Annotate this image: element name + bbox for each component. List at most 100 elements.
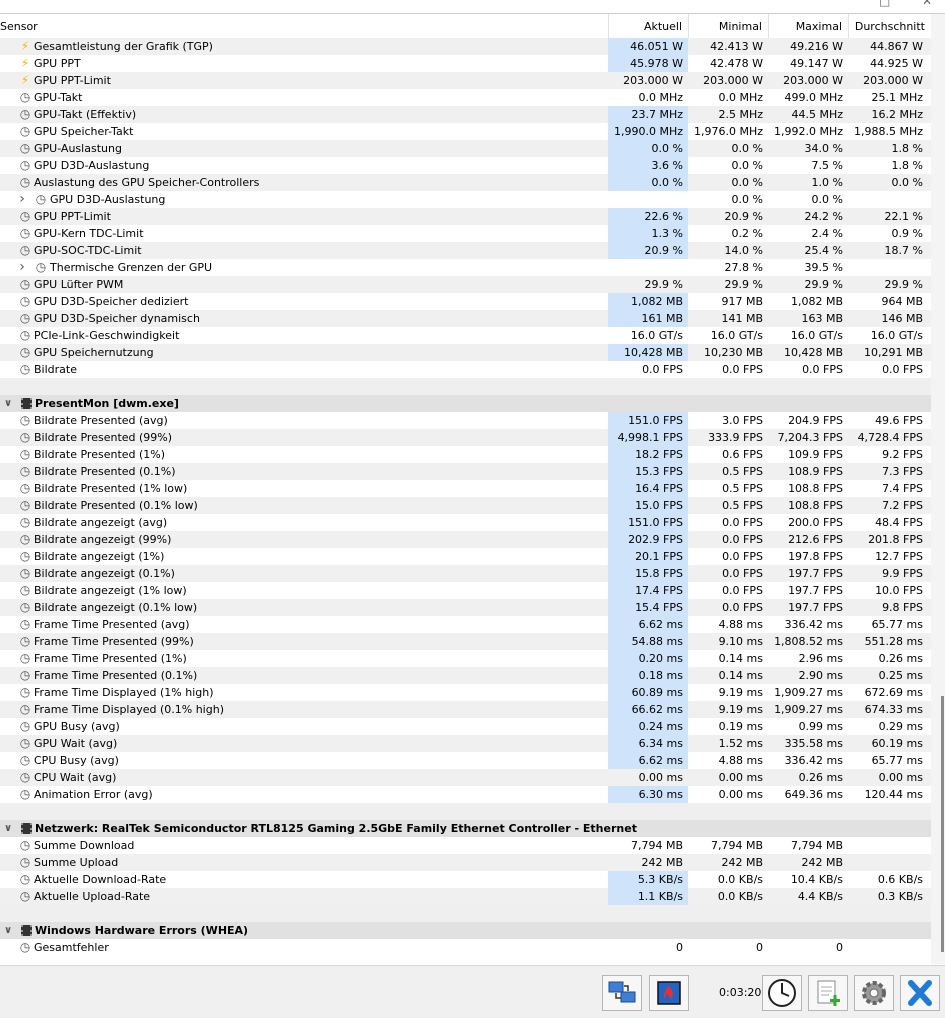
sensor-cell: ◷ GPU-Takt: [0, 89, 608, 106]
value-min: 3.0 FPS: [722, 414, 763, 427]
sensor-row[interactable]: ◷ Bildrate Presented (0.1% low) 15.0 FPS 0.…: [0, 497, 931, 514]
sensor-row[interactable]: ◷ Bildrate Presented (1%) 18.2 FPS 0.6 FPS 1…: [0, 446, 931, 463]
sensor-row[interactable]: ◷ Frame Time Presented (avg) 6.62 ms 4.88 m…: [0, 616, 931, 633]
sensor-row[interactable]: ◷ GPU D3D-Speicher dediziert 1,082 MB 917 M…: [0, 293, 931, 310]
sensor-row[interactable]: ◷ Frame Time Displayed (1% high) 60.89 ms 9…: [0, 684, 931, 701]
sensor-row[interactable]: ◷ GPU D3D-Auslastung 3.6 % 0.0 % 7.5 % 1.8 %: [0, 157, 931, 174]
chevron-right-icon[interactable]: ›: [15, 191, 29, 208]
sensor-row[interactable]: ◷ GPU PPT-Limit 22.6 % 20.9 % 24.2 % 22.1 %: [0, 208, 931, 225]
sensor-row[interactable]: ◷ Bildrate angezeigt (1% low) 17.4 FPS 0.0 …: [0, 582, 931, 599]
sensor-row[interactable]: ◷ Summe Download 7,794 MB 7,794 MB 7,794 MB: [0, 837, 931, 854]
value-min: 917 MB: [721, 295, 763, 308]
sensor-row[interactable]: ◷ Frame Time Displayed (0.1% high) 66.62 m…: [0, 701, 931, 718]
sensor-row[interactable]: ⚡ GPU PPT-Limit 203.000 W 203.000 W 203.000 …: [0, 72, 931, 89]
value-min: 0.5 FPS: [722, 499, 763, 512]
sensor-row[interactable]: ◷ Bildrate angezeigt (0.1% low) 15.4 FPS 0.…: [0, 599, 931, 616]
column-header-sensor[interactable]: Sensor: [0, 14, 608, 39]
sensor-row[interactable]: ◷ Frame Time Presented (1%) 0.20 ms 0.14 ms…: [0, 650, 931, 667]
value-avg: 203.000 W: [863, 74, 923, 87]
clock-sensor-icon: ◷: [19, 617, 31, 631]
sensor-row[interactable]: ◷ GPU-Takt 0.0 MHz 0.0 MHz 499.0 MHz 25.1 MHz: [0, 89, 931, 106]
timer-clock-button[interactable]: [762, 975, 802, 1011]
value-min: 0.0 %: [731, 176, 763, 189]
sensor-row[interactable]: ◷ GPU-Takt (Effektiv) 23.7 MHz 2.5 MHz 44.5 …: [0, 106, 931, 123]
sensor-row[interactable]: ◷ GPU-Kern TDC-Limit 1.3 % 0.2 % 2.4 % 0.9 %: [0, 225, 931, 242]
value-current: 46.051 W: [608, 38, 688, 55]
settings-button[interactable]: [854, 975, 894, 1011]
sensor-row[interactable]: ⚡ Gesamtleistung der Grafik (TGP) 46.051 W…: [0, 38, 931, 55]
group-header[interactable]: ∨ Netzwerk: RealTek Semiconductor RTL8125…: [0, 820, 931, 837]
sensor-row[interactable]: ◷ CPU Wait (avg) 0.00 ms 0.00 ms 0.26 ms 0.00…: [0, 769, 931, 786]
column-header-avg[interactable]: Durchschnitt: [848, 14, 931, 39]
window-close-icon[interactable]: ✕: [922, 0, 932, 8]
value-min: 42.413 W: [710, 40, 763, 53]
value-current: 1.3 %: [608, 225, 688, 242]
sensor-row[interactable]: ◷ Aktuelle Download-Rate 5.3 KB/s 0.0 KB/s 1…: [0, 871, 931, 888]
sensor-row[interactable]: ◷ Bildrate angezeigt (0.1%) 15.8 FPS 0.0 FP…: [0, 565, 931, 582]
sensor-row[interactable]: ⚡ GPU PPT 45.978 W 42.478 W 49.147 W 44.925 W: [0, 55, 931, 72]
column-header-current[interactable]: Aktuell: [608, 14, 688, 39]
sensor-row[interactable]: ◷ Bildrate Presented (99%) 4,998.1 FPS 333.…: [0, 429, 931, 446]
sensor-row[interactable]: ◷ Bildrate angezeigt (avg) 151.0 FPS 0.0 FP…: [0, 514, 931, 531]
sensor-row[interactable]: ◷ Auslastung des GPU Speicher-Controllers…: [0, 174, 931, 191]
value-max: 39.5 %: [804, 261, 843, 274]
chevron-down-icon[interactable]: ∨: [1, 395, 15, 412]
add-report-button[interactable]: [808, 975, 848, 1011]
sensor-cell: ◷ GPU-Kern TDC-Limit: [0, 225, 608, 242]
value-avg: 65.77 ms: [871, 618, 923, 631]
sensor-row[interactable]: ◷ Bildrate Presented (0.1%) 15.3 FPS 0.5 FP…: [0, 463, 931, 480]
sensor-label: GPU PPT-Limit: [34, 210, 111, 223]
chevron-right-icon[interactable]: ›: [15, 259, 29, 276]
sensor-row[interactable]: ◷ GPU Busy (avg) 0.24 ms 0.19 ms 0.99 ms 0.29…: [0, 718, 931, 735]
sensor-row[interactable]: ◷ Bildrate 0.0 FPS 0.0 FPS 0.0 FPS 0.0 FPS: [0, 361, 931, 378]
sensor-row[interactable]: ◷ Frame Time Presented (0.1%) 0.18 ms 0.14 …: [0, 667, 931, 684]
close-icon: [908, 980, 932, 1006]
sensor-label: GPU-Takt: [34, 91, 83, 104]
value-max: 197.7 FPS: [788, 584, 843, 597]
sensor-row[interactable]: ◷ Animation Error (avg) 6.30 ms 0.00 ms 649.…: [0, 786, 931, 803]
sensor-row[interactable]: ◷ Bildrate angezeigt (1%) 20.1 FPS 0.0 FPS 1…: [0, 548, 931, 565]
sensor-row[interactable]: ◷ GPU-SOC-TDC-Limit 20.9 % 14.0 % 25.4 % 18.7…: [0, 242, 931, 259]
value-max: 1,808.52 ms: [774, 635, 843, 648]
sensor-row[interactable]: ◷ GPU D3D-Speicher dynamisch 161 MB 141 MB 1…: [0, 310, 931, 327]
sensor-row[interactable]: ◷ Bildrate Presented (1% low) 16.4 FPS 0.5 …: [0, 480, 931, 497]
column-header-max[interactable]: Maximal: [768, 14, 848, 39]
sensor-label: Bildrate angezeigt (0.1% low): [34, 601, 198, 614]
column-header-min[interactable]: Minimal: [688, 14, 768, 39]
sensor-row[interactable]: ◷ Frame Time Presented (99%) 54.88 ms 9.10 …: [0, 633, 931, 650]
value-max: 335.58 ms: [784, 737, 843, 750]
sensor-row[interactable]: ◷ PCIe-Link-Geschwindigkeit 16.0 GT/s 16.0 …: [0, 327, 931, 344]
value-max: 10,428 MB: [783, 346, 843, 359]
close-button[interactable]: [900, 975, 940, 1011]
sensor-row[interactable]: ◷ GPU Wait (avg) 6.34 ms 1.52 ms 335.58 ms 60…: [0, 735, 931, 752]
sensor-row[interactable]: ◷ Aktuelle Upload-Rate 1.1 KB/s 0.0 KB/s 4.4…: [0, 888, 931, 905]
value-max: 109.9 FPS: [788, 448, 843, 461]
scrollbar-thumb[interactable]: [941, 696, 944, 952]
chevron-down-icon[interactable]: ∨: [1, 922, 15, 939]
sensor-row[interactable]: ◷ GPU Speicher-Takt 1,990.0 MHz 1,976.0 MHz…: [0, 123, 931, 140]
sensor-row[interactable]: ◷ Summe Upload 242 MB 242 MB 242 MB: [0, 854, 931, 871]
value-current: 5.3 KB/s: [608, 871, 688, 888]
sensor-row[interactable]: › ◷ Thermische Grenzen der GPU 27.8 % 39.5 %: [0, 259, 931, 276]
sensor-row[interactable]: › ◷ GPU D3D-Auslastung 0.0 % 0.0 %: [0, 191, 931, 208]
clock-sensor-icon: ◷: [19, 311, 31, 325]
chevron-down-icon[interactable]: ∨: [1, 820, 15, 837]
restore-icon[interactable]: □: [879, 0, 890, 8]
sensor-row[interactable]: ◷ GPU-Auslastung 0.0 % 0.0 % 34.0 % 1.8 %: [0, 140, 931, 157]
sensor-row[interactable]: ◷ Gesamtfehler 0 0 0: [0, 939, 931, 956]
value-min: 0.6 FPS: [722, 448, 763, 461]
group-header[interactable]: ∨ PresentMon [dwm.exe]: [0, 395, 931, 412]
sensor-row[interactable]: ◷ GPU Speichernutzung 10,428 MB 10,230 MB 10…: [0, 344, 931, 361]
sensor-cell: ◷ Auslastung des GPU Speicher-Controllers: [0, 174, 608, 191]
value-min: 0.0 FPS: [722, 584, 763, 597]
network-icon-button[interactable]: [602, 975, 642, 1011]
sensor-row[interactable]: ◷ GPU Lüfter PWM 29.9 % 29.9 % 29.9 % 29.9 %: [0, 276, 931, 293]
sensor-row[interactable]: ◷ CPU Busy (avg) 6.62 ms 4.88 ms 336.42 ms 65…: [0, 752, 931, 769]
value-max: 0.0 %: [811, 193, 843, 206]
value-max: 108.8 FPS: [788, 499, 843, 512]
sensor-row[interactable]: ◷ Bildrate angezeigt (99%) 202.9 FPS 0.0 FP…: [0, 531, 931, 548]
value-avg: 0.0 FPS: [882, 363, 923, 376]
group-header[interactable]: ∨ Windows Hardware Errors (WHEA): [0, 922, 931, 939]
sensor-fire-button[interactable]: [649, 975, 689, 1011]
sensor-row[interactable]: ◷ Bildrate Presented (avg) 151.0 FPS 3.0 FP…: [0, 412, 931, 429]
